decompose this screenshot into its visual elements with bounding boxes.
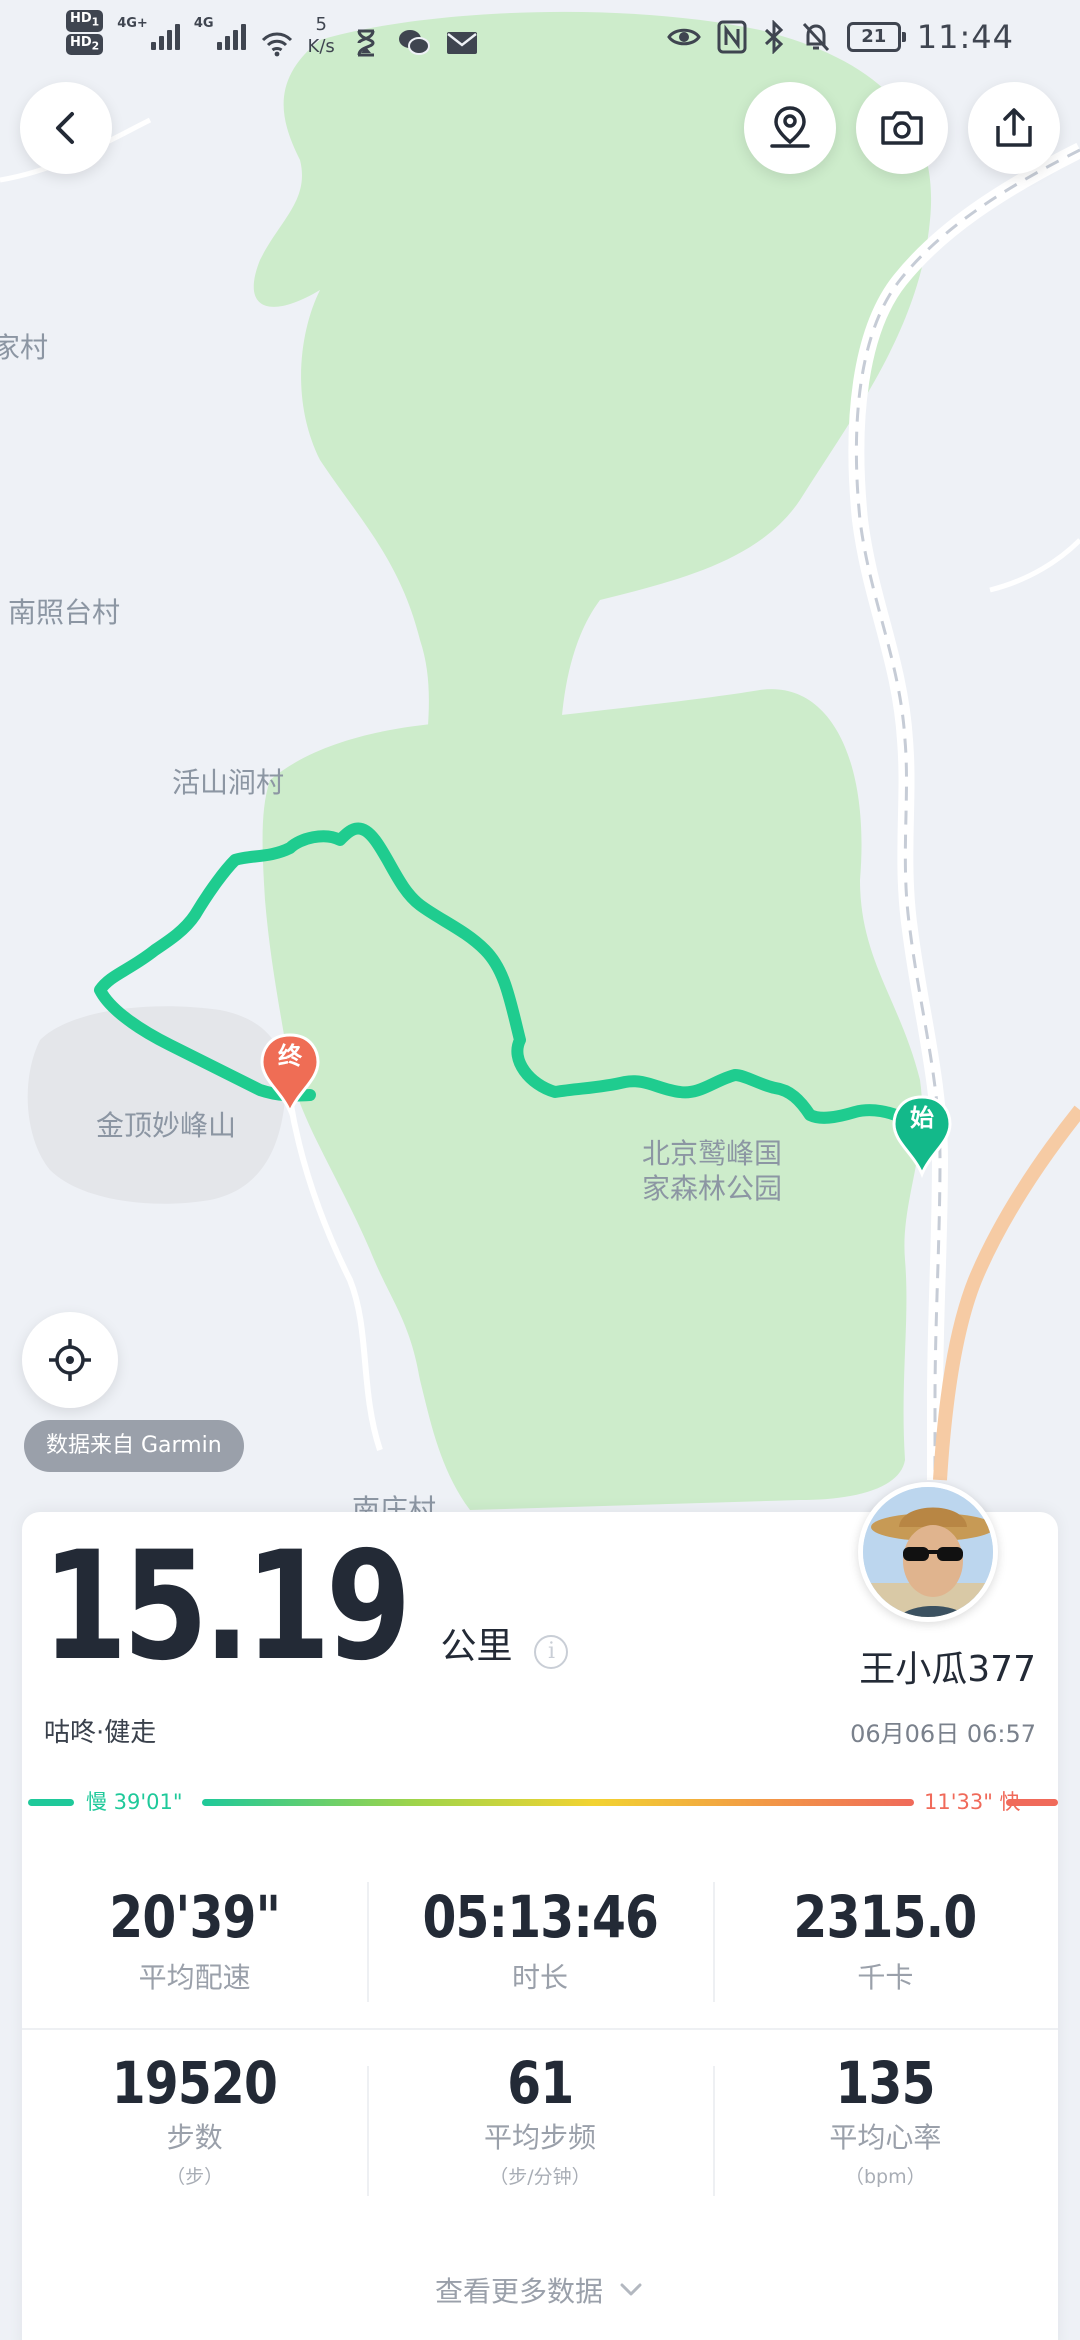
hd-indicator-1: HD1: [66, 10, 104, 32]
map-label-huoshanjian: 活山涧村: [172, 766, 285, 799]
stat-unit: （bpm）: [845, 2166, 926, 2188]
stat-steps: 19520 步数 （步）: [22, 2030, 367, 2224]
summary-panel: 15.19 公里 i 咕咚·健走 王小瓜377 06月06日 06:57 慢 3…: [22, 1482, 1058, 2340]
stat-calories: 2315.0 千卡: [712, 1852, 1058, 2028]
map-label-village-edge: 家村: [0, 331, 49, 364]
wechat-icon: [398, 30, 430, 55]
stat-value: 19520: [112, 2049, 278, 2117]
hd-indicator-2: HD2: [66, 33, 104, 56]
status-bar: HD1 HD2 4G+ 4G 5 K/s 21 11:44: [0, 0, 1080, 72]
network-speed-unit: K/s: [307, 36, 335, 57]
map-label-park-line1: 北京鹫峰国: [642, 1137, 783, 1170]
distance-unit: 公里: [440, 1626, 513, 1667]
activity-type: 咕咚·健走: [44, 1718, 157, 1748]
location-pin-button[interactable]: [744, 82, 836, 174]
hd-indicators: HD1 HD2: [66, 10, 104, 56]
pace-line-slow-cap: [28, 1799, 74, 1806]
username[interactable]: 王小瓜377: [859, 1640, 1036, 1692]
network-type-2: 4G: [193, 16, 214, 31]
stat-value: 61: [506, 2049, 574, 2117]
avatar[interactable]: [858, 1482, 998, 1622]
pace-gradient-bar: [202, 1799, 914, 1806]
stat-duration: 05:13:46 时长: [367, 1852, 712, 2028]
camera-button[interactable]: [856, 82, 948, 174]
wifi-icon: [261, 32, 292, 57]
stat-value: 2315.0: [793, 1883, 978, 1951]
crosshair-icon: [49, 1339, 91, 1381]
status-left: HD1 HD2 4G+ 4G 5 K/s: [66, 10, 479, 60]
camera-icon: [881, 111, 923, 145]
map-label-park-line2: 家森林公园: [642, 1172, 783, 1205]
signal-icon-1: 4G+: [117, 10, 180, 50]
start-marker-label[interactable]: 始: [906, 1102, 938, 1134]
distance-row: 15.19 公里 i: [42, 1520, 569, 1694]
map-label-jinding: 金顶妙峰山: [96, 1109, 237, 1142]
network-speed-value: 5: [315, 14, 327, 35]
stat-unit: （步）: [166, 2166, 224, 2188]
pace-line-fast-cap: [1006, 1799, 1058, 1806]
status-right: 21 11:44: [666, 18, 1014, 56]
stat-value: 05:13:46: [422, 1883, 658, 1951]
locate-me-button[interactable]: [22, 1312, 118, 1408]
chevron-left-icon: [56, 112, 74, 144]
stat-cadence: 61 平均步频 （步/分钟）: [367, 2030, 712, 2224]
hd1-sub: 1: [91, 15, 100, 29]
stat-label: 时长: [511, 1961, 568, 1994]
eye-icon: [666, 28, 701, 46]
stat-heart-rate: 135 平均心率 （bpm）: [712, 2030, 1058, 2224]
pace-slow-label: 慢 39'01": [86, 1790, 183, 1814]
info-icon[interactable]: i: [534, 1635, 569, 1669]
back-button[interactable]: [20, 82, 112, 174]
map-pin-icon: [770, 106, 810, 148]
stats-row-1: 20'39" 平均配速 05:13:46 时长 2315.0 千卡: [22, 1852, 1058, 2028]
stats-grid: 20'39" 平均配速 05:13:46 时长 2315.0 千卡 19520 …: [22, 1852, 1058, 2224]
activity-datetime: 06月06日 06:57: [850, 1720, 1036, 1748]
network-type-1: 4G+: [117, 16, 148, 31]
bluetooth-icon: [764, 20, 783, 54]
share-icon: [996, 108, 1032, 147]
avatar-image: [863, 1487, 993, 1617]
map-label-park: 北京鹫峰国 家森林公园: [642, 1136, 782, 1206]
stat-value: 20'39": [109, 1883, 281, 1951]
network-speed: 5 K/s: [308, 14, 335, 58]
stat-label: 平均配速: [138, 1961, 251, 1994]
share-button[interactable]: [968, 82, 1060, 174]
hd2-sub: 2: [91, 39, 100, 53]
stat-label: 步数: [166, 2121, 223, 2154]
stat-value: 135: [835, 2049, 936, 2117]
chevron-down-icon: [620, 2283, 642, 2296]
view-more-data-button[interactable]: 查看更多数据: [22, 2270, 1058, 2310]
hd1-text: HD: [70, 11, 92, 26]
mail-icon: [446, 32, 477, 54]
data-source-badge: 数据来自 Garmin: [24, 1420, 244, 1472]
distance-value: 15.19: [42, 1520, 411, 1694]
signal-icon-2: 4G: [194, 10, 246, 50]
stat-unit: （步/分钟）: [489, 2166, 591, 2188]
bell-muted-icon: [802, 22, 829, 52]
pace-legend: 慢 39'01" 11'33" 快: [28, 1782, 1058, 1822]
stat-label: 平均心率: [829, 2121, 942, 2154]
map-label-nanzhaotai: 南照台村: [8, 596, 121, 629]
hourglass-icon: [357, 29, 375, 57]
stat-label: 平均步频: [483, 2121, 596, 2154]
stat-label: 千卡: [857, 1961, 914, 1994]
stats-row-2: 19520 步数 （步） 61 平均步频 （步/分钟） 135 平均心率 （bp…: [22, 2028, 1058, 2224]
stat-avg-pace: 20'39" 平均配速: [22, 1852, 367, 2028]
status-clock: 11:44: [916, 18, 1014, 56]
battery-indicator: 21: [846, 22, 906, 52]
nfc-icon: [717, 20, 747, 54]
view-more-label: 查看更多数据: [434, 2275, 603, 2308]
hd2-text: HD: [70, 34, 92, 50]
end-marker-label[interactable]: 终: [274, 1040, 306, 1072]
